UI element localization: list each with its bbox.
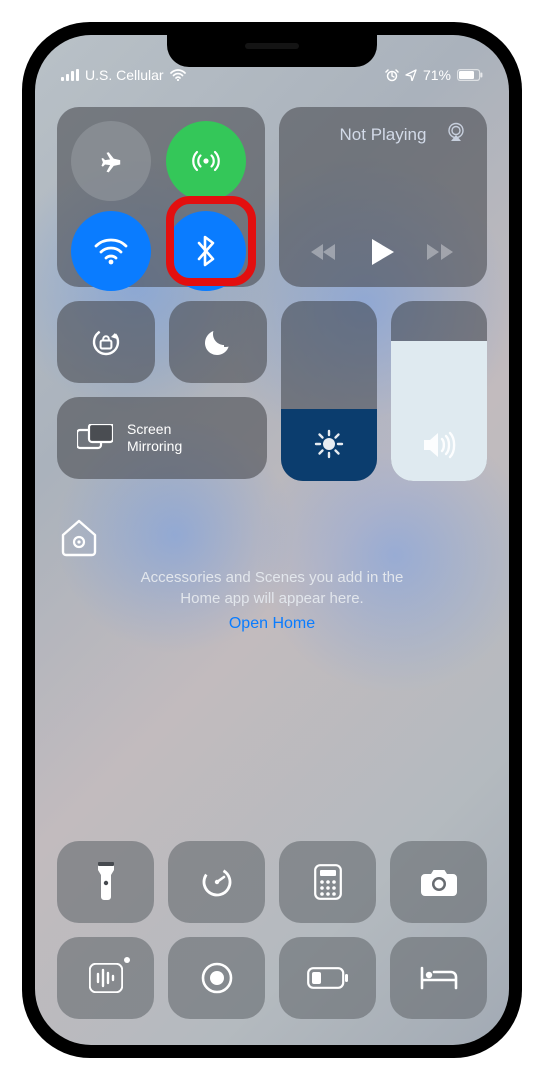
battery-low-icon — [307, 967, 349, 989]
phone-frame: U.S. Cellular 71% — [22, 22, 522, 1058]
music-recognition-button[interactable] — [57, 937, 154, 1019]
notch — [167, 35, 377, 67]
music-panel[interactable]: Not Playing — [279, 107, 487, 287]
control-center: Not Playing — [35, 35, 509, 1045]
next-track-button[interactable] — [427, 242, 455, 262]
camera-icon — [420, 867, 458, 897]
timer-button[interactable] — [168, 841, 265, 923]
volume-slider[interactable] — [391, 301, 487, 481]
flashlight-button[interactable] — [57, 841, 154, 923]
home-icon — [57, 515, 487, 557]
waveform-icon — [89, 963, 123, 993]
rotation-lock-icon — [86, 322, 126, 362]
moon-icon — [203, 327, 233, 357]
home-panel: Accessories and Scenes you add in the Ho… — [57, 515, 487, 633]
bluetooth-icon — [196, 235, 216, 267]
connectivity-panel[interactable] — [57, 107, 265, 287]
screen-mirroring-icon — [77, 424, 113, 452]
antenna-icon — [188, 143, 224, 179]
low-power-button[interactable] — [279, 937, 376, 1019]
camera-button[interactable] — [390, 841, 487, 923]
airplane-toggle[interactable] — [71, 121, 151, 201]
record-icon — [199, 960, 235, 996]
timer-icon — [199, 864, 235, 900]
volume-icon — [422, 431, 456, 459]
wifi-status-icon — [170, 69, 186, 81]
airplane-icon — [95, 145, 127, 177]
calculator-button[interactable] — [279, 841, 376, 923]
alarm-icon — [385, 68, 399, 82]
screen: U.S. Cellular 71% — [35, 35, 509, 1045]
battery-icon — [457, 69, 483, 81]
calculator-icon — [314, 864, 342, 900]
screen-record-button[interactable] — [168, 937, 265, 1019]
do-not-disturb-toggle[interactable] — [169, 301, 267, 383]
wifi-icon — [93, 236, 129, 266]
home-description: Accessories and Scenes you add in the Ho… — [122, 567, 422, 609]
screen-mirroring-label: Screen Mirroring — [127, 421, 182, 455]
orientation-lock-toggle[interactable] — [57, 301, 155, 383]
bed-icon — [419, 965, 459, 991]
carrier-label: U.S. Cellular — [85, 67, 164, 83]
play-button[interactable] — [372, 239, 394, 265]
cellular-toggle[interactable] — [166, 121, 246, 201]
sleep-button[interactable] — [390, 937, 487, 1019]
prev-track-button[interactable] — [311, 242, 339, 262]
signal-bars-icon — [61, 69, 79, 81]
flashlight-icon — [95, 862, 117, 902]
location-icon — [405, 69, 417, 81]
airplay-icon[interactable] — [445, 121, 467, 143]
wifi-toggle[interactable] — [71, 211, 151, 291]
brightness-slider[interactable] — [281, 301, 377, 481]
screen-mirroring-button[interactable]: Screen Mirroring — [57, 397, 267, 479]
music-title: Not Playing — [340, 125, 427, 144]
open-home-link[interactable]: Open Home — [57, 615, 487, 633]
brightness-icon — [314, 429, 344, 459]
battery-pct-label: 71% — [423, 67, 451, 83]
bluetooth-toggle[interactable] — [166, 211, 246, 291]
notification-dot — [124, 957, 130, 963]
